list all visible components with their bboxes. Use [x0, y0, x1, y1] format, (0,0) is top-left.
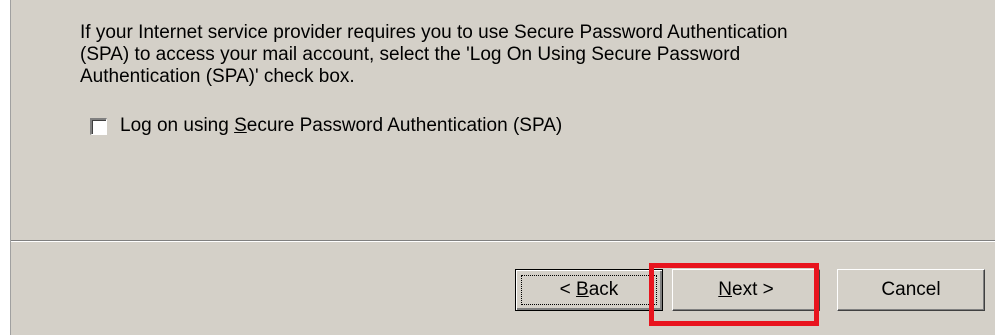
back-button-focus-ring — [521, 275, 657, 305]
dialog-window: If your Internet service provider requir… — [0, 0, 995, 335]
spa-info-text: If your Internet service provider requir… — [80, 22, 788, 87]
cancel-button-label: Cancel — [881, 279, 941, 300]
next-label-accelerator: N — [718, 279, 732, 300]
next-button-label: Next > — [718, 279, 773, 301]
back-button[interactable]: < Back — [515, 269, 663, 311]
dialog-content: If your Internet service provider requir… — [11, 0, 995, 240]
spa-checkbox-row[interactable]: Log on using Secure Password Authenticat… — [90, 115, 562, 137]
next-button[interactable]: Next > — [672, 269, 820, 311]
dialog-left-edge — [0, 0, 10, 335]
cancel-button[interactable]: Cancel — [837, 269, 985, 311]
spa-label-accelerator: S — [234, 115, 247, 136]
spa-label-post: ecure Password Authentication (SPA) — [246, 115, 563, 136]
next-label-post: ext > — [732, 279, 774, 300]
spa-checkbox-label[interactable]: Log on using Secure Password Authenticat… — [120, 115, 562, 137]
spa-checkbox[interactable] — [90, 117, 107, 135]
spa-label-pre: Log on using — [120, 115, 235, 136]
dialog-footer: < Back Next > Cancel — [11, 242, 995, 335]
